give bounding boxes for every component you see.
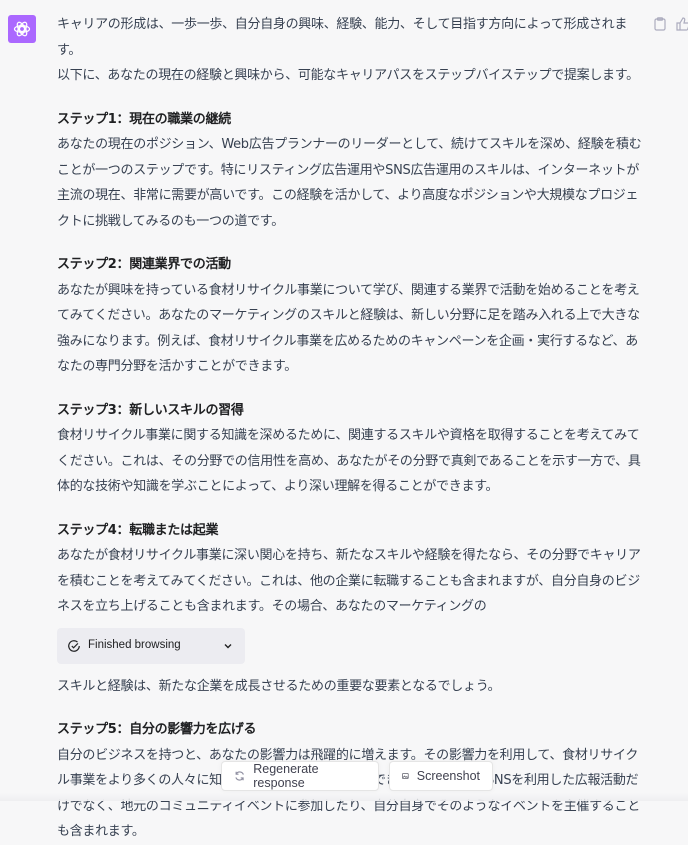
step-body: あなたが興味を持っている食材リサイクル事業について学び、関連する業界で活動を始め… <box>57 282 640 375</box>
intro-line: 以下に、あなたの現在の経験と興味から、可能なキャリアパスをステップバイステップで… <box>57 68 639 83</box>
step-body: あなたの現在のポジション、Web広告プランナーのリーダーとして、続けてスキルを深… <box>57 137 642 229</box>
regenerate-response-label: Regenerate response <box>253 762 319 790</box>
step-body-continued: スキルと経験は、新たな企業を成長させるための重要な要素となるでしょう。 <box>57 678 501 694</box>
thumbs-up-icon[interactable] <box>676 16 688 35</box>
step-title: ステップ4：転職または起業 <box>57 522 219 538</box>
screenshot-button[interactable]: Screenshot <box>389 761 493 791</box>
clipboard-icon[interactable] <box>654 16 666 35</box>
regenerate-response-button[interactable]: Regenerate response <box>221 761 379 791</box>
step-body: 食材リサイクル事業に関する知識を深めるために、関連するスキルや資格を取得すること… <box>57 428 641 494</box>
step-title: ステップ1：現在の職業の継続 <box>57 111 231 127</box>
browsing-status-toggle[interactable]: Finished browsing <box>57 627 245 664</box>
step-title: ステップ2：関連業界での活動 <box>57 257 231 272</box>
step-title: ステップ5：自分の影響力を広げる <box>57 722 257 737</box>
check-circle-icon <box>68 639 80 652</box>
image-icon <box>402 773 409 779</box>
bottom-fade <box>0 793 688 801</box>
chevron-down-icon <box>224 643 232 648</box>
browsing-status-label: Finished browsing <box>88 638 181 651</box>
message-actions <box>654 16 688 35</box>
refresh-icon <box>235 771 244 781</box>
assistant-avatar <box>8 15 36 43</box>
screenshot-label: Screenshot <box>416 769 480 783</box>
openai-logo-icon <box>13 21 31 37</box>
assistant-message: キャリアの形成は、一歩一歩、自分自身の興味、経験、能力、そして目指す方向によって… <box>57 12 647 845</box>
intro-line: キャリアの形成は、一歩一歩、自分自身の興味、経験、能力、そして目指す方向によって… <box>57 17 628 58</box>
step-title: ステップ3：新しいスキルの習得 <box>57 402 244 418</box>
step-body: あなたが食材リサイクル事業に深い関心を持ち、新たなスキルや経験を得たなら、その分… <box>57 548 641 614</box>
